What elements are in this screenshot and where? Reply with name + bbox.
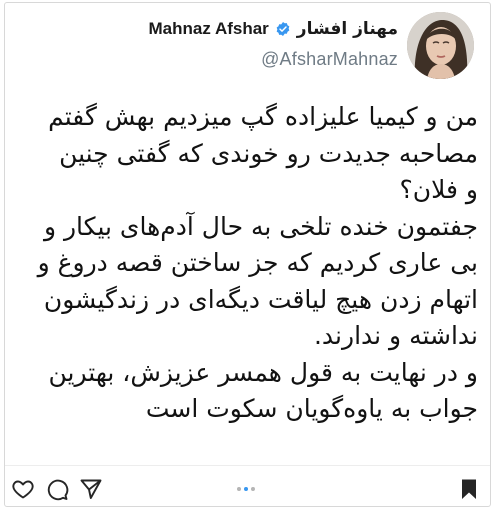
tweet-header: Mahnaz Afshar مهناز افشار @AfsharMahnaz	[5, 3, 490, 93]
carousel-dot	[251, 487, 255, 491]
tweet-line: اتهام زدن هیچ لیاقت دیگه‌ای در زندگیشون	[43, 284, 478, 314]
tweet-line: و در نهایت به قول همسر عزیزش، بهترین	[48, 357, 479, 387]
tweet-text: من و کیمیا علیزاده گپ میزدیم بهش گفتم مص…	[19, 99, 478, 428]
bookmark-icon[interactable]	[457, 477, 481, 501]
tweet-line: بی عاری کردیم که جز ساختن قصه دروغ و	[37, 248, 478, 277]
heart-icon[interactable]	[11, 477, 35, 501]
tweet-line: جواب به یاوه‌گویان سکوت است	[145, 394, 478, 423]
author-display-name[interactable]: Mahnaz Afshar مهناز افشار	[149, 17, 398, 41]
display-name-en: Mahnaz Afshar	[148, 19, 269, 38]
share-icon[interactable]	[79, 477, 103, 501]
comment-icon[interactable]	[45, 477, 69, 501]
carousel-dot-active	[244, 487, 248, 491]
display-name-fa: مهناز افشار	[296, 19, 398, 39]
tweet-line: و فلان؟	[399, 175, 478, 204]
avatar-photo	[407, 12, 474, 79]
divider	[5, 465, 490, 466]
tweet-line: نداشته و ندارند.	[313, 321, 478, 350]
avatar[interactable]	[407, 12, 474, 79]
author-handle[interactable]: @AfsharMahnaz	[261, 49, 398, 70]
tweet-line: جفتمون خنده تلخی به حال آدم‌های بیکار و	[43, 211, 478, 241]
carousel-dot	[237, 487, 241, 491]
tweet-line: مصاحبه جدیدت رو خوندی که گفتی چنین	[59, 138, 478, 168]
carousel-indicator	[237, 487, 255, 491]
tweet-line: من و کیمیا علیزاده گپ میزدیم بهش گفتم	[48, 102, 478, 131]
verified-badge-icon	[276, 22, 290, 36]
instagram-post-frame: Mahnaz Afshar مهناز افشار @AfsharMahnaz	[4, 2, 491, 507]
post-action-bar	[5, 471, 490, 505]
